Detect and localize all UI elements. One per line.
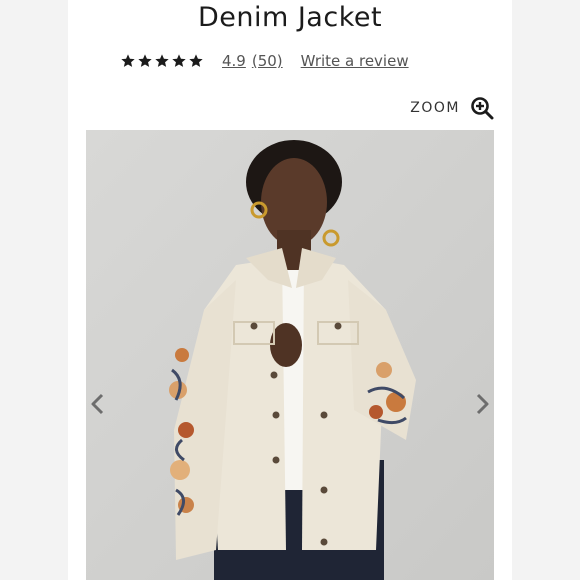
zoom-label: ZOOM (410, 100, 460, 116)
star-icon (121, 54, 135, 67)
product-image[interactable] (86, 130, 494, 580)
star-rating (120, 53, 204, 69)
star-icon (189, 54, 203, 67)
write-review-link[interactable]: Write a review (301, 52, 409, 70)
product-card: Denim Jacket 4.9 (50) Write a review ZOO… (68, 0, 512, 580)
review-count-link[interactable]: (50) (252, 52, 283, 70)
rating-value-link[interactable]: 4.9 (222, 52, 246, 70)
star-icon (172, 54, 186, 67)
star-icon (155, 54, 169, 67)
model-photo (86, 130, 494, 580)
zoom-button[interactable]: ZOOM (410, 96, 494, 120)
rating-row: 4.9 (50) Write a review (120, 50, 409, 72)
chevron-left-icon[interactable] (88, 392, 108, 416)
zoom-in-icon (471, 97, 494, 120)
chevron-right-icon[interactable] (472, 392, 492, 416)
product-title: Denim Jacket (197, 2, 383, 33)
star-icon (138, 54, 152, 67)
